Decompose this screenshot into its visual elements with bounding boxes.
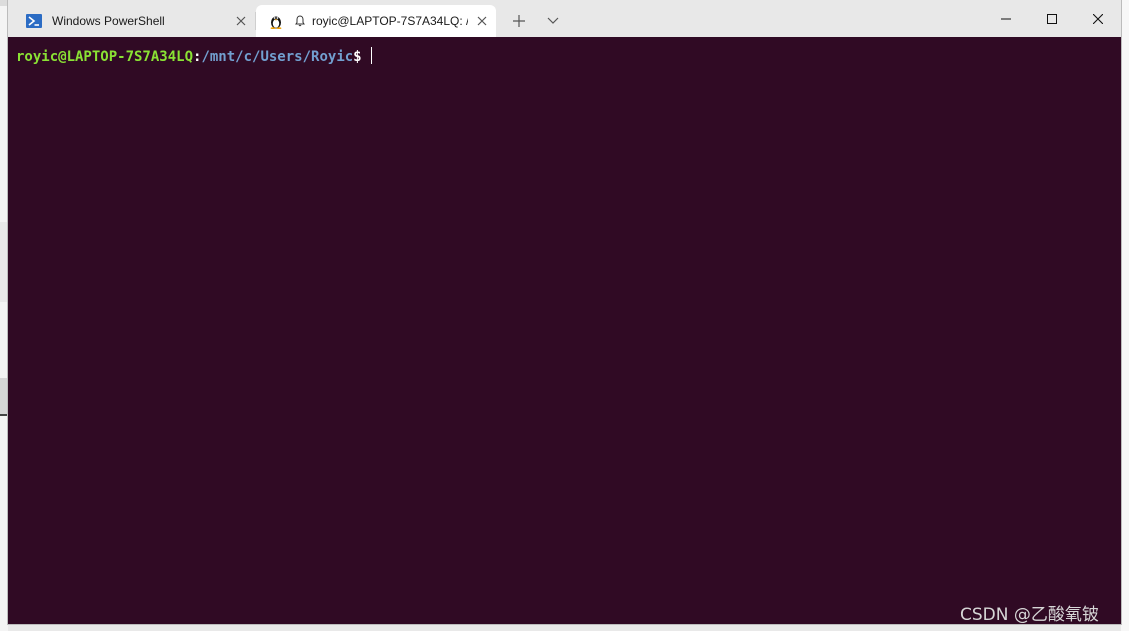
tab-title: Windows PowerShell [52,14,165,28]
close-tab-icon[interactable] [227,7,255,35]
terminal-area[interactable]: royic@LAPTOP-7S7A34LQ:/mnt/c/Users/Royic… [8,37,1121,624]
close-tab-icon[interactable] [468,7,496,35]
prompt-line: royic@LAPTOP-7S7A34LQ:/mnt/c/Users/Royic… [16,47,372,65]
linux-penguin-icon [268,13,284,29]
prompt-user-host: royic@LAPTOP-7S7A34LQ [16,49,194,65]
watermark: CSDN @乙酸氧铍 [960,605,1099,625]
tab-title: royic@LAPTOP-7S7A34LQ: / [312,14,468,28]
background-window-right [1121,0,1129,631]
terminal-window: Windows PowerShell royic@LAPTOP-7S7A34LQ… [8,0,1121,624]
powershell-icon [26,13,42,29]
tab-windows-powershell[interactable]: Windows PowerShell [14,5,255,37]
scrollbar[interactable] [1117,37,1121,624]
close-icon[interactable] [1075,0,1121,37]
title-bar[interactable]: Windows PowerShell royic@LAPTOP-7S7A34LQ… [8,0,1121,37]
minimize-icon[interactable] [983,0,1029,37]
background-window-left [0,0,8,631]
text-cursor [370,47,372,64]
maximize-icon[interactable] [1029,0,1075,37]
prompt-path: /mnt/c/Users/Royic [201,49,354,65]
bell-icon [294,14,306,28]
chevron-down-icon[interactable] [540,8,566,34]
plus-icon[interactable] [506,8,532,34]
prompt-symbol: $ [353,49,362,65]
tab-ubuntu-terminal[interactable]: royic@LAPTOP-7S7A34LQ: / [256,5,496,37]
